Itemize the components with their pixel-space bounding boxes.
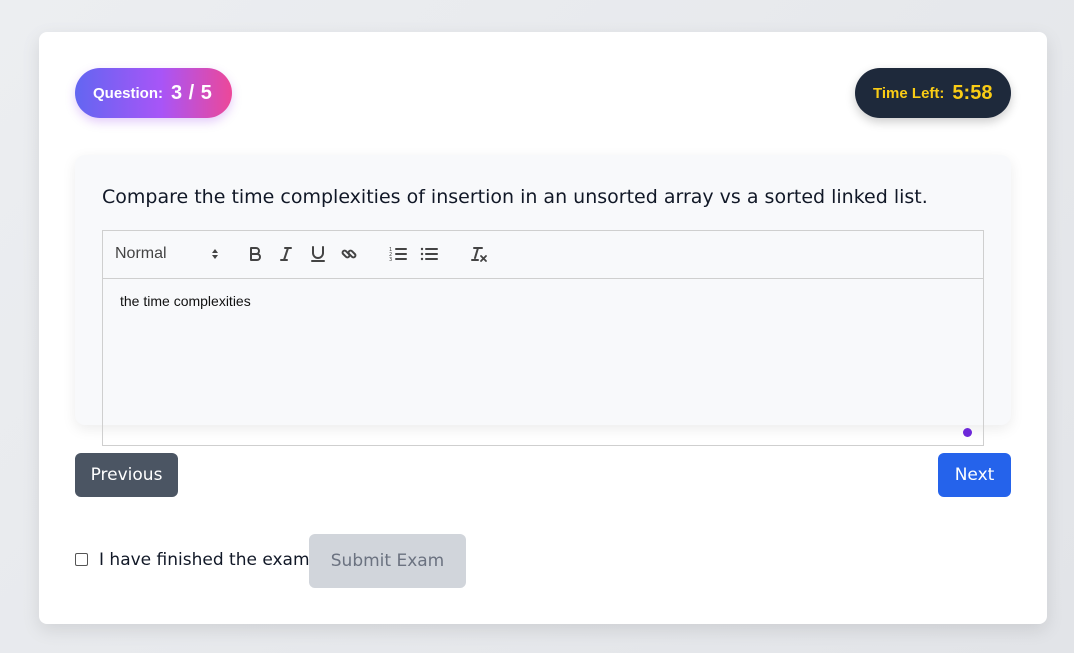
- clear-format-icon[interactable]: [467, 243, 491, 265]
- resize-handle-icon[interactable]: [963, 428, 972, 437]
- previous-button[interactable]: Previous: [75, 453, 178, 497]
- timer-value: 5:58: [952, 81, 993, 104]
- bullet-list-icon[interactable]: [417, 243, 441, 265]
- exam-card: Question: 3 / 5 Time Left: 5:58 Compare …: [39, 32, 1047, 624]
- submit-exam-button[interactable]: Submit Exam: [309, 534, 466, 588]
- editor-toolbar: Normal 123: [103, 231, 983, 279]
- question-counter-value: 3 / 5: [171, 81, 213, 104]
- next-button[interactable]: Next: [938, 453, 1011, 497]
- format-select[interactable]: Normal: [115, 243, 219, 265]
- finished-checkbox-row[interactable]: I have finished the exam: [75, 550, 310, 570]
- underline-icon[interactable]: [306, 243, 330, 265]
- finished-checkbox-label: I have finished the exam: [99, 550, 310, 570]
- svg-text:3: 3: [389, 257, 392, 262]
- editor-content[interactable]: the time complexities: [120, 293, 251, 309]
- question-counter-label: Question:: [93, 84, 163, 102]
- question-counter-badge: Question: 3 / 5: [75, 68, 232, 118]
- link-icon[interactable]: [337, 243, 361, 265]
- answer-editor[interactable]: Normal 123 the time complexities: [102, 230, 984, 446]
- timer-badge: Time Left: 5:58: [855, 68, 1011, 118]
- timer-label: Time Left:: [873, 84, 945, 102]
- italic-icon[interactable]: [274, 243, 298, 265]
- ordered-list-icon[interactable]: 123: [386, 243, 410, 265]
- bold-icon[interactable]: [243, 243, 267, 265]
- select-arrows-icon: [211, 248, 219, 260]
- format-select-value: Normal: [115, 245, 167, 262]
- question-text: Compare the time complexities of inserti…: [102, 186, 928, 208]
- finished-checkbox[interactable]: [75, 552, 88, 566]
